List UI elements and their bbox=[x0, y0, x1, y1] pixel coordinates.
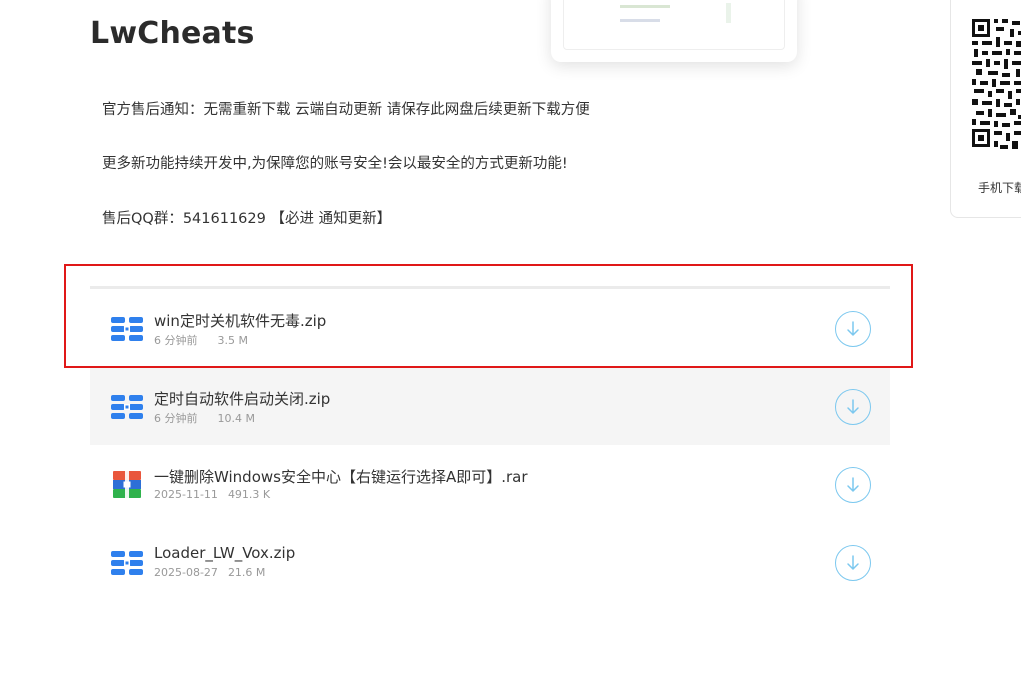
file-size: 21.6 M bbox=[227, 566, 266, 579]
file-meta: 6 分钟前 10.4 M bbox=[154, 410, 255, 426]
file-date: 2025-08-27 bbox=[154, 566, 218, 579]
file-row[interactable]: 定时自动软件启动关闭.zip 6 分钟前 10.4 M bbox=[90, 367, 890, 445]
zip-archive-icon bbox=[110, 548, 144, 578]
download-button[interactable] bbox=[835, 545, 871, 581]
file-name[interactable]: win定时关机软件无毒.zip bbox=[154, 310, 326, 331]
zip-archive-icon bbox=[110, 314, 144, 344]
file-meta: 2025-08-27 21.6 M bbox=[154, 566, 265, 579]
qr-code-icon[interactable] bbox=[970, 17, 1021, 157]
preview-image bbox=[563, 0, 785, 50]
file-name[interactable]: 一键删除Windows安全中心【右键运行选择A即可】.rar bbox=[154, 466, 528, 487]
file-meta: 6 分钟前 3.5 M bbox=[154, 332, 248, 348]
notice-after-sales: 官方售后通知：无需重新下载 云端自动更新 请保存此网盘后续更新下载方便 bbox=[102, 102, 590, 118]
notice-qq-group: 售后QQ群：541611629 【必进 通知更新】 bbox=[102, 211, 392, 227]
mobile-download-panel: 手机下载 bbox=[950, 0, 1021, 218]
file-size: 10.4 M bbox=[217, 412, 255, 425]
file-name[interactable]: Loader_LW_Vox.zip bbox=[154, 544, 295, 562]
download-button[interactable] bbox=[835, 467, 871, 503]
file-row[interactable]: Loader_LW_Vox.zip 2025-08-27 21.6 M bbox=[90, 523, 890, 601]
mobile-download-caption: 手机下载 bbox=[978, 181, 1021, 195]
file-name[interactable]: 定时自动软件启动关闭.zip bbox=[154, 388, 330, 409]
file-date: 6 分钟前 bbox=[154, 412, 198, 425]
download-button[interactable] bbox=[835, 311, 871, 347]
site-title: LwCheats bbox=[90, 16, 255, 51]
file-list: win定时关机软件无毒.zip 6 分钟前 3.5 M 定时自动软件启动关闭.zi… bbox=[90, 286, 890, 601]
notice-development: 更多新功能持续开发中,为保障您的账号安全!会以最安全的方式更新功能! bbox=[102, 156, 568, 172]
file-row[interactable]: 一键删除Windows安全中心【右键运行选择A即可】.rar 2025-11-1… bbox=[90, 445, 890, 523]
download-arrow-icon bbox=[847, 477, 859, 492]
download-button[interactable] bbox=[835, 389, 871, 425]
file-size: 3.5 M bbox=[217, 334, 248, 347]
download-arrow-icon bbox=[847, 399, 859, 414]
rar-archive-icon bbox=[110, 470, 144, 500]
file-date: 2025-11-11 bbox=[154, 488, 218, 501]
file-date: 6 分钟前 bbox=[154, 334, 198, 347]
preview-thumbnail[interactable] bbox=[551, 0, 797, 62]
zip-archive-icon bbox=[110, 392, 144, 422]
file-size: 491.3 K bbox=[227, 488, 271, 501]
file-meta: 2025-11-11 491.3 K bbox=[154, 488, 270, 501]
download-arrow-icon bbox=[847, 321, 859, 336]
download-arrow-icon bbox=[847, 555, 859, 570]
file-row[interactable]: win定时关机软件无毒.zip 6 分钟前 3.5 M bbox=[90, 289, 890, 367]
